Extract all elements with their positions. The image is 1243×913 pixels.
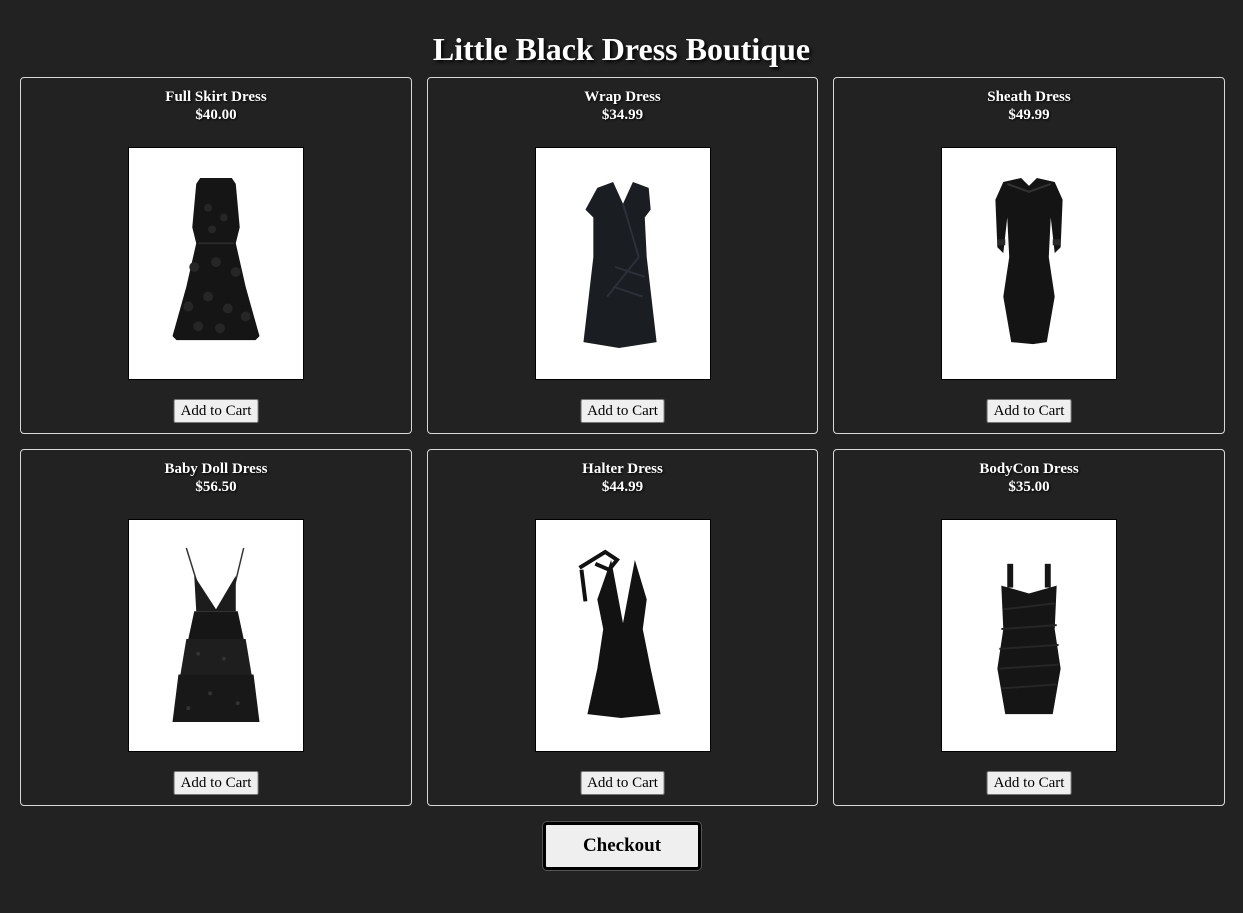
product-grid: Full Skirt Dress $40.00 Add to Cart Wrap… — [20, 77, 1225, 806]
full-skirt-dress-image — [128, 147, 304, 380]
product-name: BodyCon Dress — [979, 461, 1079, 477]
sheath-dress-image — [941, 147, 1117, 380]
product-price: $40.00 — [195, 107, 237, 123]
product-name: Halter Dress — [582, 461, 663, 477]
add-to-cart-button[interactable]: Add to Cart — [173, 399, 259, 423]
product-card-wrap: Wrap Dress $34.99 Add to Cart — [427, 77, 818, 434]
product-name: Wrap Dress — [584, 89, 661, 105]
add-to-cart-button[interactable]: Add to Cart — [580, 399, 665, 423]
wrap-dress-image — [534, 147, 711, 380]
product-price: $35.00 — [1008, 479, 1050, 495]
product-price: $44.99 — [601, 479, 644, 495]
product-name: Full Skirt Dress — [165, 89, 267, 105]
product-price: $34.99 — [601, 107, 644, 123]
product-card-halter: Halter Dress $44.99 Add to Cart — [427, 449, 818, 806]
product-price: $56.50 — [195, 479, 237, 495]
product-price: $49.99 — [1008, 107, 1050, 123]
product-name: Baby Doll Dress — [164, 461, 268, 477]
product-card-full-skirt: Full Skirt Dress $40.00 Add to Cart — [20, 77, 412, 434]
add-to-cart-button[interactable]: Add to Cart — [580, 771, 665, 795]
bodycon-dress-image — [941, 519, 1117, 752]
baby-doll-dress-image — [128, 519, 304, 752]
product-card-bodycon: BodyCon Dress $35.00 Add to Cart — [833, 449, 1225, 806]
add-to-cart-button[interactable]: Add to Cart — [986, 771, 1072, 795]
product-card-baby-doll: Baby Doll Dress $56.50 Add to Cart — [20, 449, 412, 806]
product-name: Sheath Dress — [987, 89, 1071, 105]
checkout-button[interactable]: Checkout — [543, 822, 701, 870]
add-to-cart-button[interactable]: Add to Cart — [986, 399, 1072, 423]
halter-dress-image — [534, 519, 711, 752]
add-to-cart-button[interactable]: Add to Cart — [173, 771, 259, 795]
product-card-sheath: Sheath Dress $49.99 Add to Cart — [833, 77, 1225, 434]
page-title: Little Black Dress Boutique — [432, 31, 811, 67]
